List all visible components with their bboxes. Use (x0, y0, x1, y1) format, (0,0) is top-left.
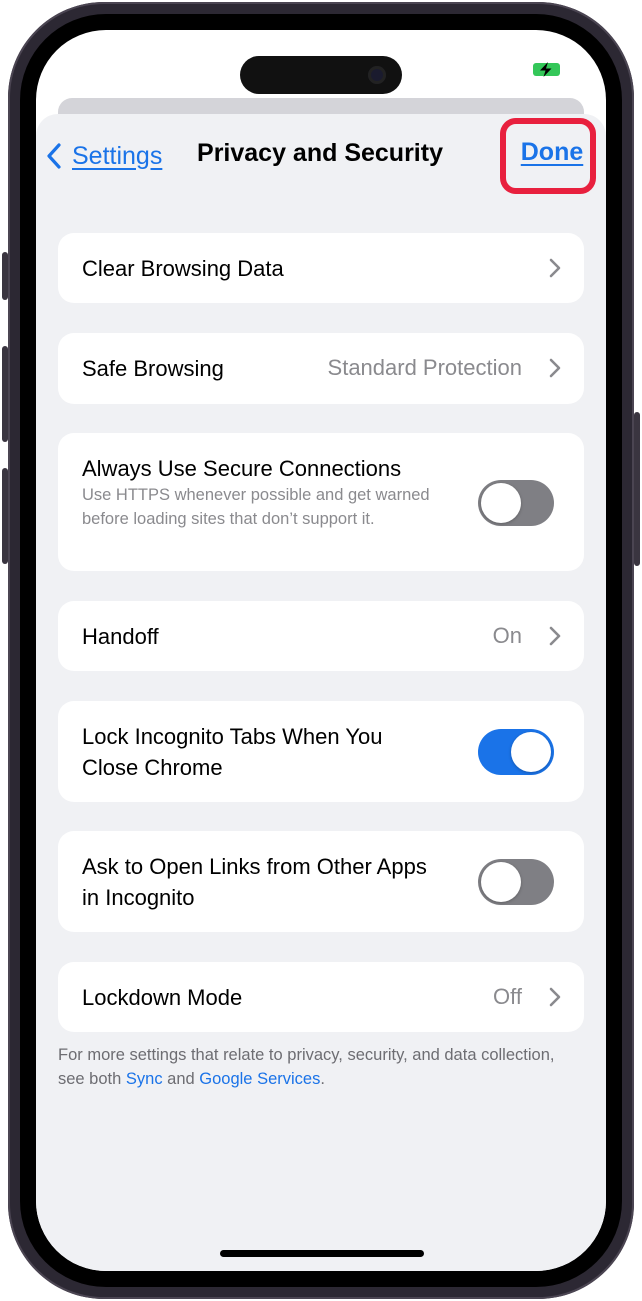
ask-open-links-label: Ask to Open Links from Other Apps in Inc… (82, 854, 427, 910)
status-time: 3:02 (83, 54, 133, 81)
volume-up-button (2, 346, 8, 442)
lock-incognito-toggle[interactable] (478, 729, 554, 775)
lock-incognito-row: Lock Incognito Tabs When You Close Chrom… (58, 701, 584, 802)
wifi-icon (492, 57, 520, 78)
battery-charging-icon (529, 59, 568, 80)
handoff-value: On (492, 623, 522, 648)
page-title: Privacy and Security (197, 139, 443, 167)
ask-open-links-toggle[interactable] (478, 859, 554, 905)
lockdown-mode-value: Off (493, 984, 522, 1009)
ask-open-links-row: Ask to Open Links from Other Apps in Inc… (58, 831, 584, 932)
home-indicator[interactable] (220, 1250, 424, 1257)
chevron-left-icon (47, 143, 61, 169)
camera-icon (368, 66, 386, 84)
lockdown-mode-label: Lockdown Mode (82, 985, 243, 1010)
status-icons (452, 57, 572, 82)
handoff-label: Handoff (82, 624, 159, 649)
secure-connections-description: Use HTTPS whenever possible and get warn… (82, 486, 430, 528)
safe-browsing-value: Standard Protection (327, 355, 522, 380)
chevron-right-icon (549, 626, 561, 646)
lock-incognito-label: Lock Incognito Tabs When You Close Chrom… (82, 724, 383, 780)
safe-browsing-row[interactable]: Safe Browsing Standard Protection (58, 333, 584, 404)
power-button (634, 412, 640, 566)
footer-note: For more settings that relate to privacy… (58, 1043, 584, 1091)
toggle-knob (481, 862, 521, 902)
google-services-link[interactable]: Google Services (199, 1070, 320, 1088)
action-button (2, 252, 8, 300)
handoff-row[interactable]: Handoff On (58, 601, 584, 671)
toggle-knob (511, 732, 551, 772)
sync-link[interactable]: Sync (126, 1070, 163, 1088)
safe-browsing-label: Safe Browsing (82, 356, 224, 381)
chevron-right-icon (549, 358, 561, 378)
lockdown-mode-row[interactable]: Lockdown Mode Off (58, 962, 584, 1032)
chevron-right-icon (549, 987, 561, 1007)
secure-connections-label: Always Use Secure Connections (82, 456, 402, 481)
chevron-right-icon (549, 258, 561, 278)
volume-down-button (2, 468, 8, 564)
back-button[interactable]: Settings (46, 138, 162, 174)
done-button[interactable]: Done (512, 138, 592, 167)
secure-connections-row: Always Use Secure Connections Use HTTPS … (58, 433, 584, 571)
footer-text-after: . (320, 1070, 325, 1088)
cellular-signal-icon (452, 60, 478, 78)
clear-browsing-data-row[interactable]: Clear Browsing Data (58, 233, 584, 303)
clear-browsing-data-label: Clear Browsing Data (82, 256, 284, 281)
toggle-knob (481, 483, 521, 523)
status-icons-svg (452, 57, 568, 80)
secure-connections-toggle[interactable] (478, 480, 554, 526)
dynamic-island (240, 56, 402, 94)
footer-text-middle: and (162, 1070, 200, 1088)
back-button-label: Settings (72, 141, 163, 170)
